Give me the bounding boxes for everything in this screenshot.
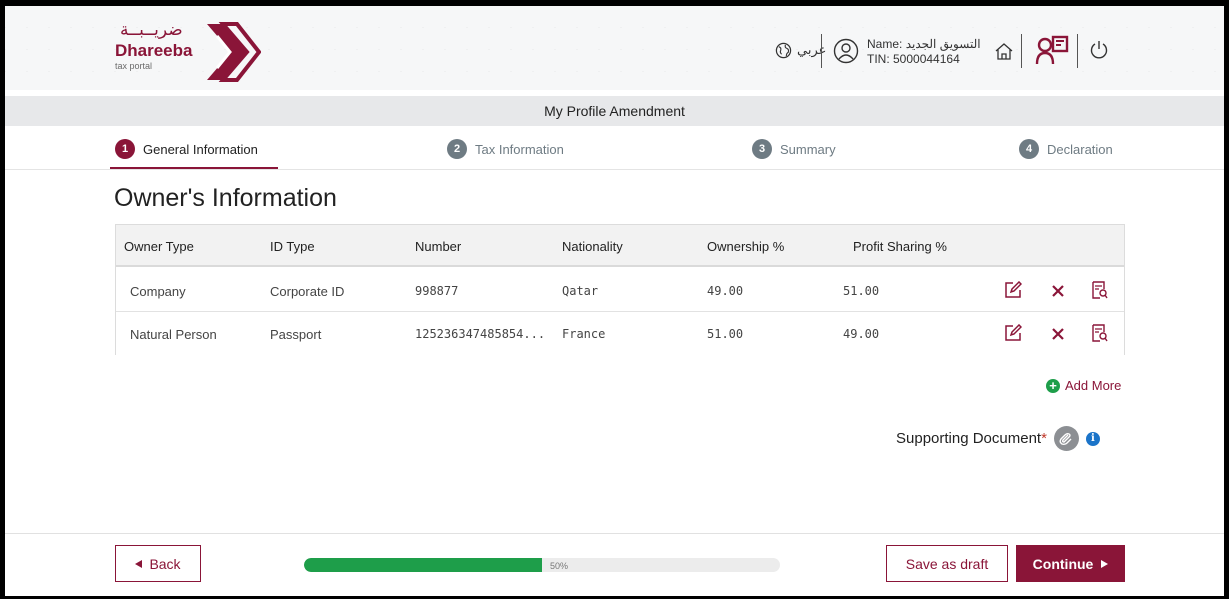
- column-header: Profit Sharing %: [853, 239, 947, 254]
- progress-fill: [304, 558, 542, 572]
- column-header: Ownership %: [707, 239, 785, 254]
- cell-ownership: 49.00: [707, 284, 744, 298]
- user-info: Name: التسويق الجديد TIN: 5000044164: [867, 37, 981, 67]
- column-header: Nationality: [562, 239, 623, 254]
- delete-icon[interactable]: [1051, 284, 1065, 298]
- cell-id-type: Corporate ID: [270, 284, 345, 299]
- home-icon[interactable]: [994, 42, 1014, 61]
- supporting-document: Supporting Document* i: [896, 426, 1100, 451]
- step-summary[interactable]: 3 Summary: [752, 139, 836, 159]
- logo-subtitle: tax portal: [115, 61, 153, 71]
- cell-nationality: Qatar: [562, 284, 599, 298]
- attach-document-button[interactable]: [1053, 426, 1079, 451]
- step-label: Tax Information: [475, 141, 564, 157]
- logo-arabic-text: ضريــبــة: [120, 20, 183, 40]
- add-more-button[interactable]: + Add More: [1046, 378, 1121, 393]
- header-divider: [821, 34, 822, 68]
- cell-owner-type: Company: [130, 284, 186, 299]
- edit-icon[interactable]: [1004, 324, 1022, 342]
- step-number: 3: [752, 139, 772, 159]
- caret-right-icon: [1101, 559, 1109, 568]
- user-icon[interactable]: [833, 38, 859, 64]
- info-icon[interactable]: i: [1085, 431, 1100, 446]
- cell-profit-sharing: 51.00: [843, 284, 880, 298]
- cell-owner-type: Natural Person: [130, 327, 217, 342]
- section-title: Owner's Information: [114, 184, 337, 212]
- cell-number: 125236347485854...: [415, 327, 546, 341]
- table-header: Owner Type ID Type Number Nationality Ow…: [116, 225, 1124, 267]
- step-label: General Information: [143, 141, 258, 157]
- progress-text: 50%: [550, 561, 569, 571]
- page-title: My Profile Amendment: [5, 96, 1224, 126]
- stepper: 1 General Information 2 Tax Information …: [5, 126, 1224, 170]
- cell-id-type: Passport: [270, 327, 322, 342]
- cell-profit-sharing: 49.00: [843, 327, 880, 341]
- cell-number: 998877: [415, 284, 459, 298]
- back-label: Back: [149, 555, 181, 572]
- column-header: ID Type: [270, 239, 315, 254]
- step-label: Summary: [780, 141, 836, 157]
- dhareeba-logo[interactable]: ضريــبــة Dhareeba tax portal: [110, 20, 261, 82]
- logo-name: Dhareeba: [115, 41, 193, 60]
- step-declaration[interactable]: 4 Declaration: [1019, 139, 1113, 159]
- back-button[interactable]: Back: [115, 545, 201, 582]
- save-as-draft-button[interactable]: Save as draft: [886, 545, 1008, 582]
- view-document-icon[interactable]: [1092, 281, 1108, 299]
- delete-icon[interactable]: [1051, 327, 1065, 341]
- progress-bar: [304, 558, 780, 572]
- continue-button[interactable]: Continue: [1016, 545, 1125, 582]
- logo-chevron-mark: [207, 22, 261, 82]
- step-label: Declaration: [1047, 141, 1113, 157]
- step-number: 4: [1019, 139, 1039, 159]
- power-icon[interactable]: [1089, 39, 1109, 61]
- owners-table: Owner Type ID Type Number Nationality Ow…: [115, 224, 1125, 355]
- supporting-document-label: Supporting Document*: [896, 430, 1047, 447]
- plus-circle-icon: +: [1046, 378, 1060, 393]
- add-more-label: Add More: [1065, 378, 1122, 393]
- save-draft-label: Save as draft: [905, 555, 989, 572]
- cell-nationality: France: [562, 327, 606, 341]
- required-mark: *: [1041, 430, 1047, 447]
- user-tin: TIN: 5000044164: [867, 52, 960, 66]
- profile-switch-icon[interactable]: [1035, 34, 1071, 66]
- step-number: 1: [115, 139, 135, 159]
- top-header: ضريــبــة Dhareeba tax portal عربي Name:…: [5, 6, 1224, 90]
- caret-left-icon: [135, 559, 143, 568]
- table-row: Natural Person Passport 125236347485854.…: [116, 312, 1124, 355]
- continue-label: Continue: [1032, 555, 1094, 572]
- footer-divider: [5, 533, 1224, 534]
- header-divider-3: [1077, 34, 1078, 68]
- step-general-information[interactable]: 1 General Information: [115, 139, 258, 159]
- column-header: Owner Type: [124, 239, 194, 254]
- app-frame: ضريــبــة Dhareeba tax portal عربي Name:…: [5, 6, 1224, 596]
- globe-icon: [775, 42, 792, 59]
- step-tax-information[interactable]: 2 Tax Information: [447, 139, 564, 159]
- language-switch[interactable]: عربي: [775, 42, 826, 59]
- edit-icon[interactable]: [1004, 281, 1022, 299]
- step-number: 2: [447, 139, 467, 159]
- table-row: Company Corporate ID 998877 Qatar 49.00 …: [116, 269, 1124, 312]
- active-step-underline: [110, 167, 278, 169]
- stepper-divider: [5, 169, 1224, 170]
- header-divider-2: [1021, 34, 1022, 68]
- cell-ownership: 51.00: [707, 327, 744, 341]
- paperclip-icon: [1059, 432, 1072, 445]
- view-document-icon[interactable]: [1092, 324, 1108, 342]
- user-name: Name: التسويق الجديد: [867, 37, 981, 51]
- column-header: Number: [415, 239, 462, 254]
